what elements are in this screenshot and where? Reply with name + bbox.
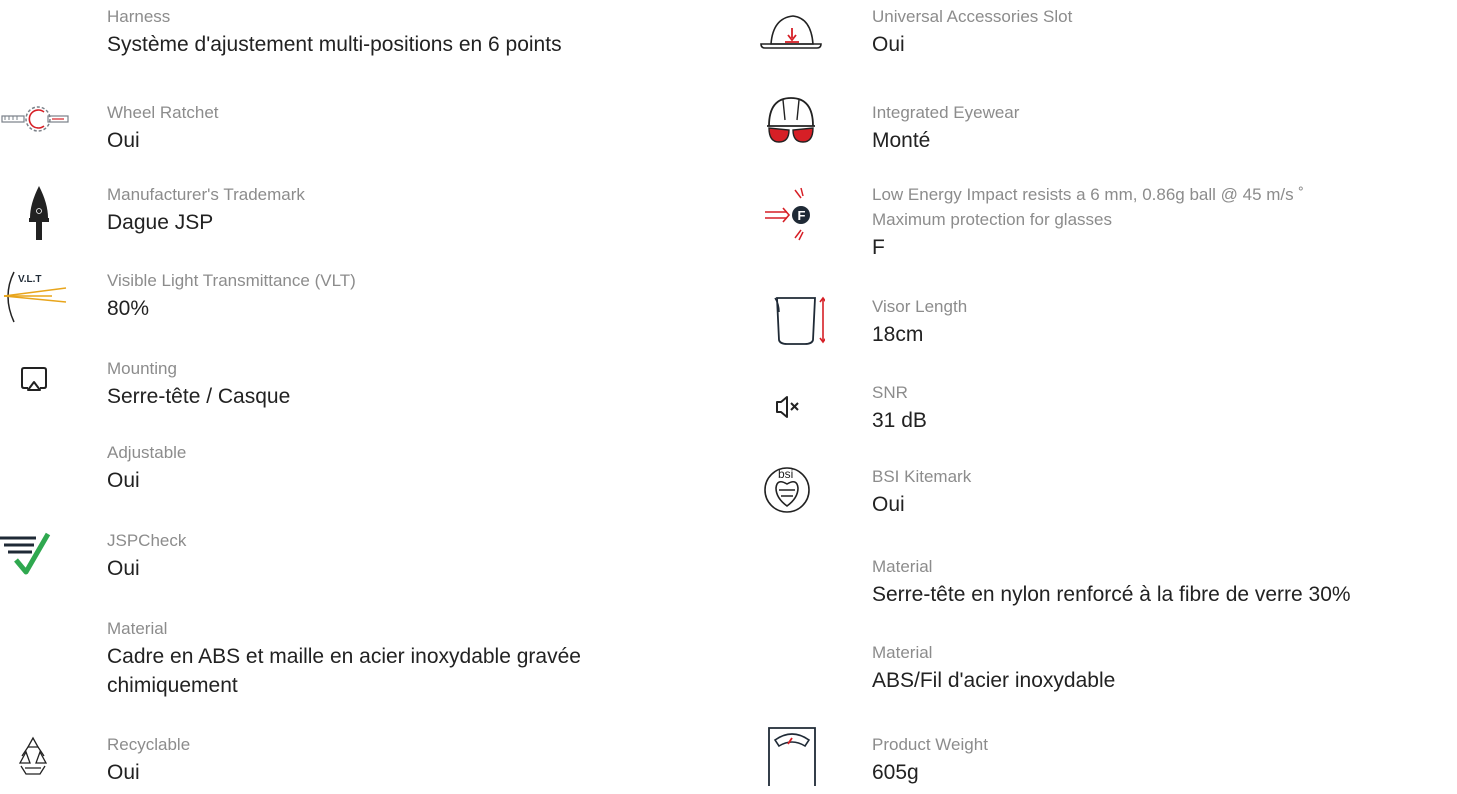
svg-text:F: F xyxy=(798,208,806,223)
spec-text: Material ABS/Fil d'acier inoxydable xyxy=(872,642,1115,695)
spec-text: Mounting Serre-tête / Casque xyxy=(107,358,290,411)
spec-label: Integrated Eyewear xyxy=(872,103,1020,122)
spec-label: SNR xyxy=(872,383,908,402)
spec-text: Visor Length 18cm xyxy=(872,296,967,349)
spec-label: Material xyxy=(872,557,933,576)
spec-value: 31 dB xyxy=(872,409,927,432)
spec-label: Wheel Ratchet xyxy=(107,103,219,122)
svg-text:bsi: bsi xyxy=(778,467,793,481)
spec-value: Système d'ajustement multi-positions en … xyxy=(107,33,562,56)
weight-scale-icon xyxy=(755,726,825,786)
spec-value: 605g xyxy=(872,761,919,784)
jspcheck-icon xyxy=(0,530,70,590)
spec-label-secondary: Maximum protection for glasses xyxy=(872,210,1112,229)
wheel-ratchet-icon xyxy=(0,102,70,162)
spec-text: Universal Accessories Slot Oui xyxy=(872,6,1072,59)
spec-text: Harness Système d'ajustement multi-posit… xyxy=(107,6,562,59)
bsi-kitemark-icon: bsi xyxy=(755,460,825,520)
spec-label: Visible Light Transmittance (VLT) xyxy=(107,271,356,290)
spec-label: Product Weight xyxy=(872,735,988,754)
spec-text: BSI Kitemark Oui xyxy=(872,466,971,519)
spec-text: Visible Light Transmittance (VLT) 80% xyxy=(107,270,356,323)
spec-label: BSI Kitemark xyxy=(872,467,972,486)
spec-value: Dague JSP xyxy=(107,211,214,234)
spec-label: Mounting xyxy=(107,359,177,378)
spec-value: F xyxy=(872,236,885,259)
integrated-eyewear-helmet-icon xyxy=(755,90,825,150)
spec-label: Material xyxy=(872,643,933,662)
spec-label: Visor Length xyxy=(872,297,968,316)
visor-length-icon xyxy=(755,296,825,356)
spec-text: Material Cadre en ABS et maille en acier… xyxy=(107,618,687,700)
spec-text: Wheel Ratchet Oui xyxy=(107,102,219,155)
mute-speaker-icon xyxy=(755,382,825,442)
spec-label: Low Energy Impact resists a 6 mm, 0.86g … xyxy=(872,185,1305,204)
spec-text: Low Energy Impact resists a 6 mm, 0.86g … xyxy=(872,184,1304,262)
accessory-slot-helmet-icon xyxy=(755,6,825,66)
spec-label: Harness xyxy=(107,7,171,26)
spec-value: Serre-tête en nylon renforcé à la fibre … xyxy=(872,583,1351,606)
spec-label: Recyclable xyxy=(107,735,191,754)
spec-text: JSPCheck Oui xyxy=(107,530,186,583)
spec-value: Oui xyxy=(107,129,140,152)
spec-text: Recyclable Oui xyxy=(107,734,190,787)
vlt-icon: V.L.T xyxy=(0,270,70,330)
spec-value: Oui xyxy=(872,493,905,516)
spec-label: Adjustable xyxy=(107,443,187,462)
spec-value: 80% xyxy=(107,297,150,320)
dagger-trademark-icon xyxy=(0,184,70,244)
spec-value: 18cm xyxy=(872,323,924,346)
svg-text:V.L.T: V.L.T xyxy=(18,274,42,285)
spec-value: Serre-tête / Casque xyxy=(107,385,291,408)
spec-text: Manufacturer's Trademark Dague JSP xyxy=(107,184,305,237)
spec-label: Universal Accessories Slot xyxy=(872,7,1073,26)
spec-value: Oui xyxy=(107,557,140,580)
recycle-icon xyxy=(0,734,70,794)
spec-text: Product Weight 605g xyxy=(872,734,988,787)
spec-value: Monté xyxy=(872,129,931,152)
spec-value: Oui xyxy=(107,469,140,492)
spec-text: Adjustable Oui xyxy=(107,442,186,495)
spec-label: Manufacturer's Trademark xyxy=(107,185,305,204)
spec-label: JSPCheck xyxy=(107,531,187,550)
spec-value: Oui xyxy=(872,33,905,56)
spec-value: Cadre en ABS et maille en acier inoxydab… xyxy=(107,645,581,697)
mounting-screen-icon xyxy=(0,358,70,418)
spec-label: Material xyxy=(107,619,168,638)
spec-value: ABS/Fil d'acier inoxydable xyxy=(872,669,1116,692)
spec-value: Oui xyxy=(107,761,140,784)
spec-text: Integrated Eyewear Monté xyxy=(872,102,1019,155)
impact-f-icon: F xyxy=(755,184,825,244)
spec-text: SNR 31 dB xyxy=(872,382,927,435)
spec-text: Material Serre-tête en nylon renforcé à … xyxy=(872,556,1351,609)
